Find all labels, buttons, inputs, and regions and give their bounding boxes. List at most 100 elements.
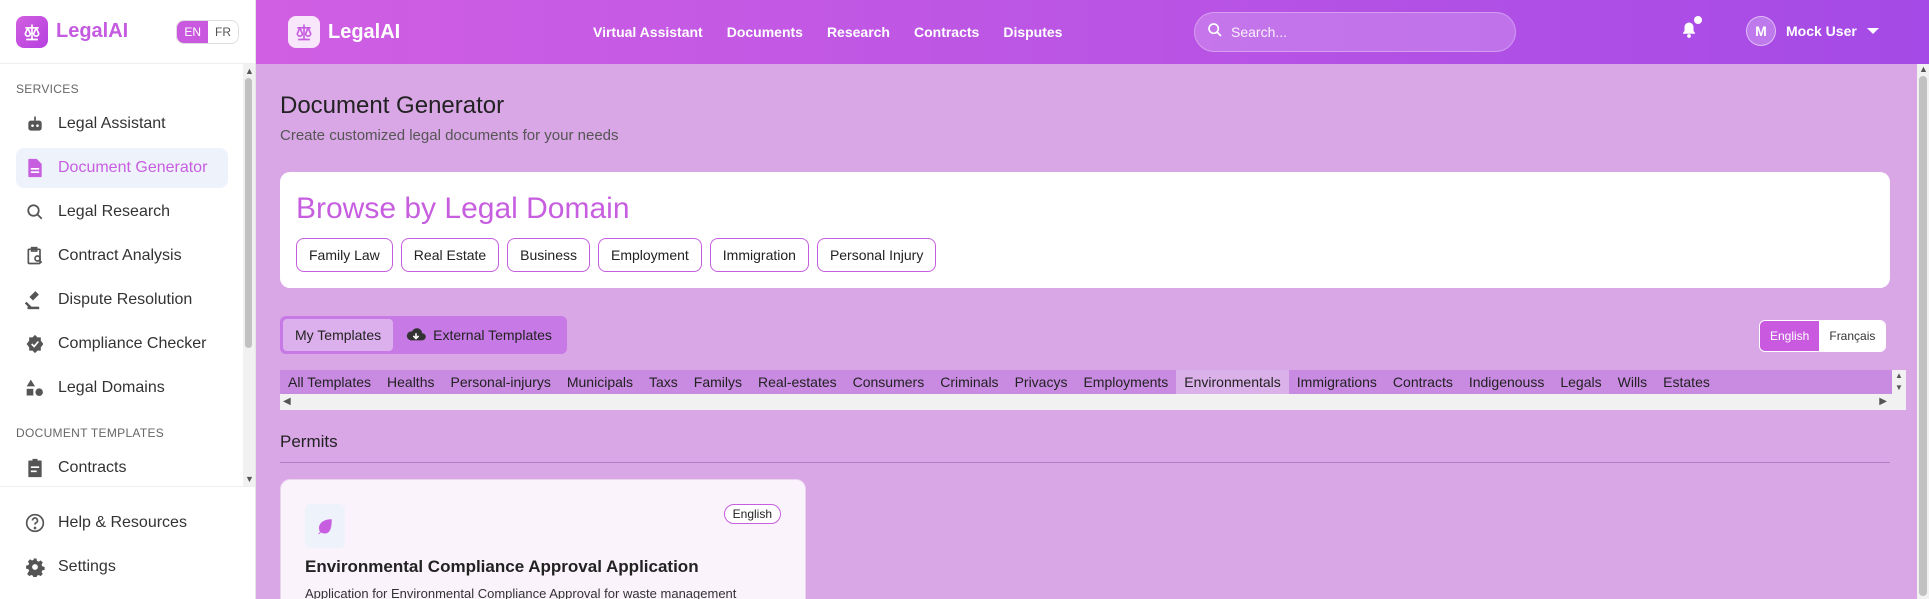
user-menu[interactable]: M Mock User	[1746, 16, 1879, 46]
nav-disputes[interactable]: Disputes	[1003, 24, 1062, 40]
francais-button[interactable]: Français	[1819, 321, 1886, 351]
domain-section-title: Browse by Legal Domain	[296, 192, 630, 225]
sidebar-item-label: Dispute Resolution	[58, 291, 193, 308]
tab-consumers[interactable]: Consumers	[845, 370, 933, 394]
gear-icon	[24, 556, 46, 578]
sidebar-item-label: Legal Research	[58, 203, 171, 220]
scroll-up-arrow-icon[interactable]: ▲	[245, 66, 254, 76]
sidebar-item-label: Legal Assistant	[58, 115, 166, 132]
brand-name: LegalAI	[328, 20, 401, 43]
document-icon	[24, 157, 46, 179]
language-badge: English	[723, 504, 781, 524]
template-title: Environmental Compliance Approval Applic…	[305, 557, 699, 576]
sidebar-item-label: Contracts	[58, 459, 127, 476]
sidebar-item-label: Document Generator	[58, 159, 208, 176]
tab-contracts[interactable]: Contracts	[1385, 370, 1461, 394]
sidebar-footer: Help & Resources Settings	[0, 486, 255, 599]
legal-domain-card: Browse by Legal Domain Family Law Real E…	[280, 172, 1890, 288]
tab-healths[interactable]: Healths	[379, 370, 442, 394]
external-templates-tab[interactable]: External Templates	[393, 319, 564, 351]
brand-name[interactable]: LegalAI	[56, 20, 128, 43]
nav-virtual-assistant[interactable]: Virtual Assistant	[593, 24, 703, 40]
sidebar-item-contract-analysis[interactable]: Contract Analysis	[16, 236, 228, 276]
clipboard-icon	[24, 457, 46, 479]
scroll-left-arrow-icon[interactable]: ◀	[283, 396, 291, 407]
tab-wills[interactable]: Wills	[1610, 370, 1656, 394]
search-icon	[1207, 22, 1223, 43]
section-title-permits: Permits	[280, 432, 338, 451]
my-templates-tab[interactable]: My Templates	[283, 319, 394, 351]
sidebar-item-label: Help & Resources	[58, 514, 187, 531]
help-circle-icon	[24, 512, 46, 534]
page-scroll-thumb[interactable]	[1919, 76, 1927, 596]
category-tabs-container: All Templates Healths Personal-injurys M…	[280, 370, 1906, 410]
tab-legals[interactable]: Legals	[1552, 370, 1609, 394]
tab-criminals[interactable]: Criminals	[932, 370, 1006, 394]
domain-chip-business[interactable]: Business	[507, 238, 590, 272]
tab-personal-injurys[interactable]: Personal-injurys	[442, 370, 558, 394]
sidebar-item-help[interactable]: Help & Resources	[16, 503, 239, 543]
sidebar-nav: SERVICES Legal Assistant Document Genera…	[0, 64, 244, 486]
tab-estates[interactable]: Estates	[1655, 370, 1718, 394]
document-templates-section-label: DOCUMENT TEMPLATES	[16, 426, 165, 440]
tab-privacys[interactable]: Privacys	[1007, 370, 1076, 394]
tab-real-estates[interactable]: Real-estates	[750, 370, 845, 394]
category-tabs-scrollbar[interactable]: ◀ ▶	[280, 394, 1892, 410]
gavel-icon	[24, 289, 46, 311]
scroll-up-arrow-icon[interactable]: ▲	[1919, 64, 1928, 74]
lang-fr-button[interactable]: FR	[208, 20, 238, 43]
template-card[interactable]: English Environmental Compliance Approva…	[280, 479, 806, 599]
user-name: Mock User	[1786, 23, 1857, 39]
sidebar-item-compliance-checker[interactable]: Compliance Checker	[16, 324, 228, 364]
sidebar-item-settings[interactable]: Settings	[16, 547, 239, 587]
tab-indigenouss[interactable]: Indigenouss	[1461, 370, 1553, 394]
section-divider	[280, 462, 1890, 463]
tab-environmentals[interactable]: Environmentals	[1176, 370, 1289, 394]
sidebar-item-contracts[interactable]: Contracts	[16, 448, 228, 486]
tab-familys[interactable]: Familys	[686, 370, 750, 394]
tab-municipals[interactable]: Municipals	[559, 370, 641, 394]
scroll-down-arrow-icon[interactable]: ▼	[245, 474, 254, 484]
nav-documents[interactable]: Documents	[727, 24, 803, 40]
nav-research[interactable]: Research	[827, 24, 890, 40]
sidebar-item-legal-assistant[interactable]: Legal Assistant	[16, 104, 228, 144]
domain-chip-real-estate[interactable]: Real Estate	[400, 238, 500, 272]
page-scrollbar[interactable]: ▲	[1917, 64, 1929, 599]
notification-dot	[1694, 16, 1702, 24]
english-button[interactable]: English	[1760, 321, 1820, 351]
chevron-down-icon	[1866, 28, 1879, 34]
category-tabs-vscroll[interactable]: ▲ ▼	[1892, 370, 1906, 410]
domain-chip-personal-injury[interactable]: Personal Injury	[816, 238, 937, 272]
scales-logo-icon	[288, 16, 320, 48]
nav-contracts[interactable]: Contracts	[914, 24, 979, 40]
sidebar-item-legal-domains[interactable]: Legal Domains	[16, 368, 228, 408]
tab-all-templates[interactable]: All Templates	[280, 370, 379, 394]
language-toggle: EN FR	[176, 19, 239, 44]
domain-chip-family-law[interactable]: Family Law	[296, 238, 393, 272]
search-input[interactable]	[1231, 24, 1491, 40]
main-nav: Virtual Assistant Documents Research Con…	[593, 24, 1062, 40]
page-subtitle: Create customized legal documents for yo…	[280, 127, 619, 144]
avatar: M	[1746, 16, 1776, 46]
page-title: Document Generator	[280, 92, 505, 119]
topbar-logo[interactable]: LegalAI	[288, 16, 400, 48]
domain-chip-employment[interactable]: Employment	[597, 238, 702, 272]
services-section-label: SERVICES	[16, 82, 79, 96]
tab-taxs[interactable]: Taxs	[641, 370, 686, 394]
sidebar-item-dispute-resolution[interactable]: Dispute Resolution	[16, 280, 228, 320]
notifications-bell-icon[interactable]	[1680, 16, 1702, 45]
sidebar-scrollbar[interactable]: ▲ ▼	[243, 64, 255, 486]
tab-immigrations[interactable]: Immigrations	[1289, 370, 1385, 394]
scroll-right-arrow-icon[interactable]: ▶	[1879, 396, 1887, 407]
shapes-icon	[24, 377, 46, 399]
sidebar-item-legal-research[interactable]: Legal Research	[16, 192, 228, 232]
scales-logo-icon	[16, 15, 48, 48]
domain-chip-immigration[interactable]: Immigration	[709, 238, 809, 272]
sidebar-item-label: Settings	[58, 558, 116, 575]
sidebar-item-document-generator[interactable]: Document Generator	[16, 148, 228, 188]
tab-employments[interactable]: Employments	[1075, 370, 1176, 394]
sidebar: LegalAI EN FR SERVICES Legal Assistant D…	[0, 0, 256, 599]
robot-icon	[24, 113, 46, 135]
lang-en-button[interactable]: EN	[177, 20, 208, 43]
sidebar-scroll-thumb[interactable]	[245, 78, 252, 348]
